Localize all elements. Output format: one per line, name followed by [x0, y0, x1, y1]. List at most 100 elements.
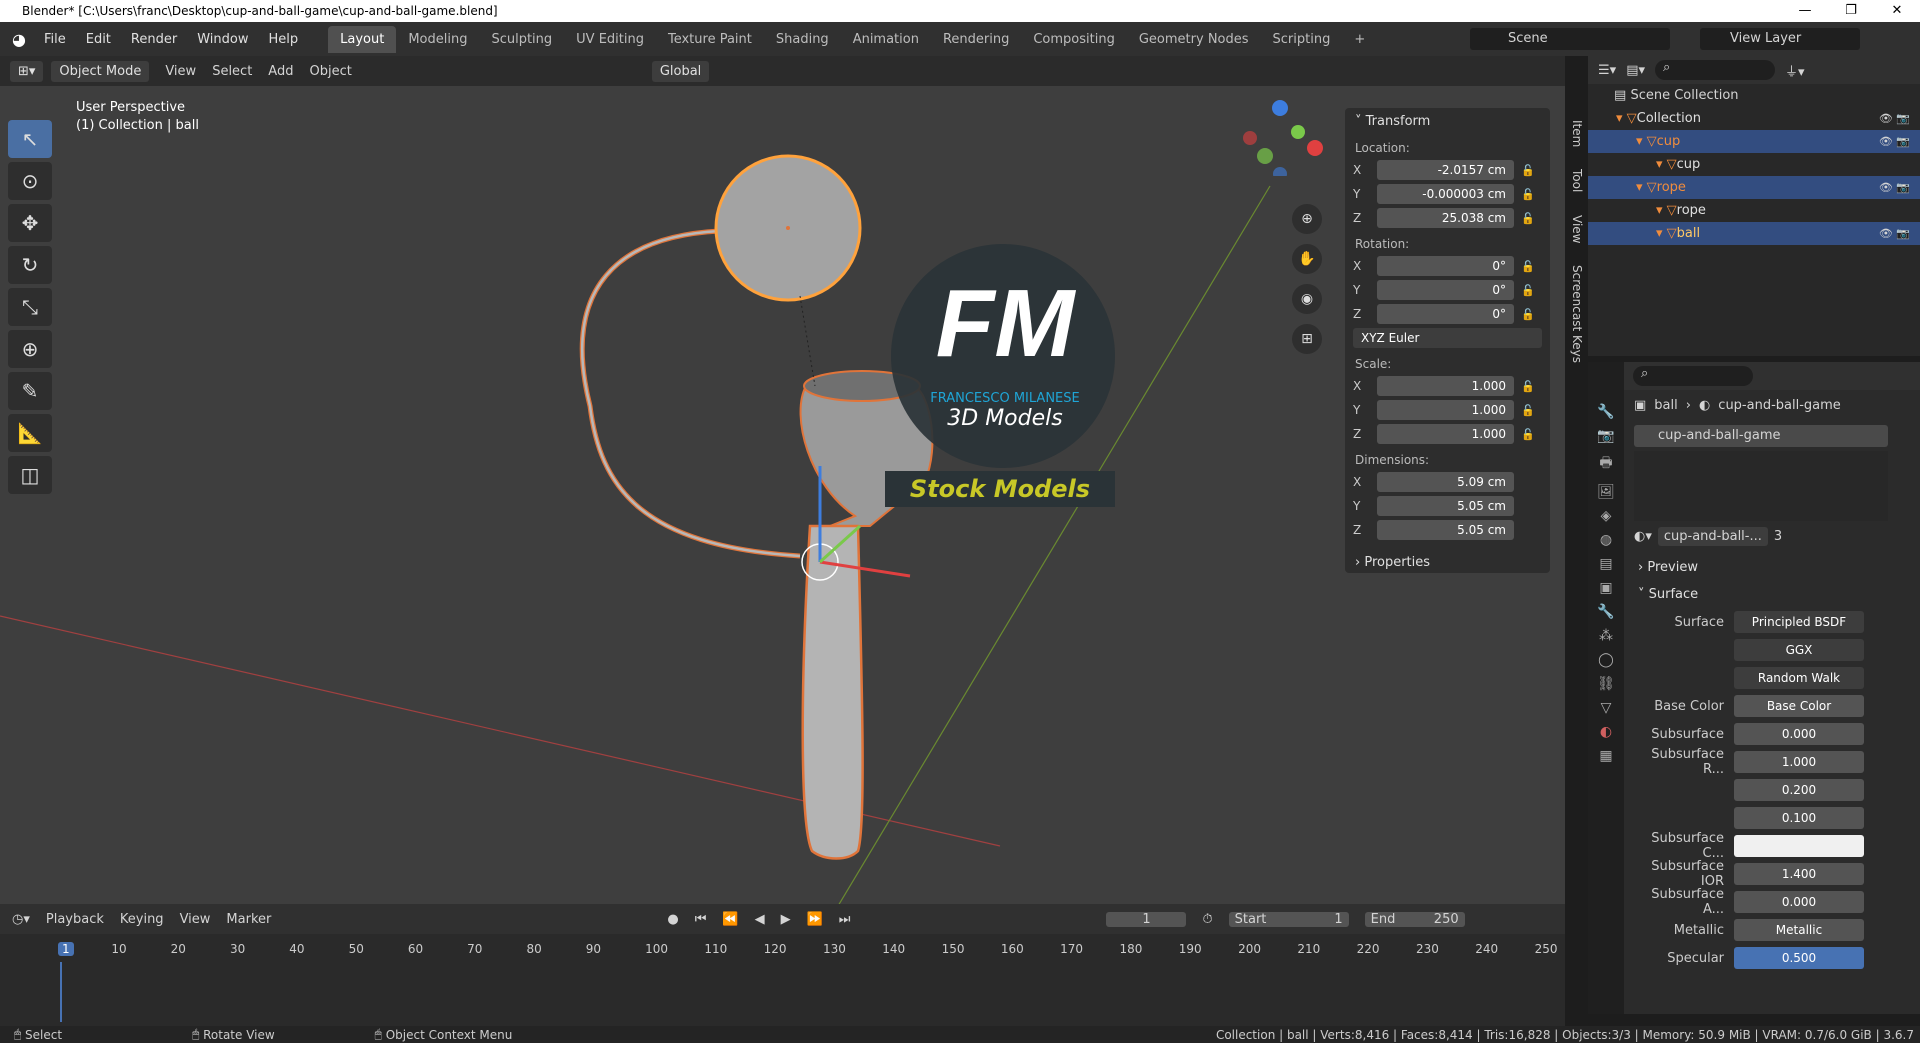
3d-viewport[interactable]: User Perspective (1) Collection | ball F… [0, 86, 1565, 904]
add-cube-tool-icon[interactable]: ◫ [8, 456, 52, 494]
playhead[interactable] [60, 962, 62, 1022]
outliner-item[interactable]: ▾ ▽ rope 👁 📷 [1588, 176, 1920, 199]
scene-tab-icon[interactable]: ◈ [1601, 508, 1612, 524]
collection-tab-icon[interactable]: ▤ [1599, 556, 1612, 572]
tab-animation[interactable]: Animation [841, 26, 931, 53]
scale-y-field[interactable]: Y 1.000 🔓 [1353, 399, 1542, 421]
tab-texture-paint[interactable]: Texture Paint [656, 26, 764, 53]
menu-file[interactable]: File [34, 32, 76, 47]
view-menu[interactable]: View [165, 64, 196, 79]
rotation-mode-selector[interactable]: XYZ Euler [1353, 327, 1542, 349]
current-frame-field[interactable]: 1 [1106, 911, 1187, 927]
record-icon[interactable]: ● [667, 912, 678, 927]
menu-render[interactable]: Render [121, 32, 187, 47]
property-value[interactable]: Metallic [1734, 919, 1864, 941]
select-tool-icon[interactable]: ↖ [8, 120, 52, 158]
editor-type-button[interactable]: ⊞▾ [10, 60, 44, 82]
material-property-row[interactable]: Metallic Metallic [1634, 916, 1920, 944]
material-property-row[interactable]: Subsurface 0.000 [1634, 720, 1920, 748]
output-tab-icon[interactable]: 🖶 [1599, 452, 1612, 476]
surface-section[interactable]: ˅ Surface [1628, 581, 1920, 608]
material-property-row[interactable]: 0.200 [1634, 776, 1920, 804]
tab-modeling[interactable]: Modeling [396, 26, 479, 53]
material-tab-icon[interactable]: ◐ [1600, 724, 1612, 740]
tab-compositing[interactable]: Compositing [1021, 26, 1127, 53]
tab-rendering[interactable]: Rendering [931, 26, 1021, 53]
annotate-tool-icon[interactable]: ✎ [8, 372, 52, 410]
prev-key-icon[interactable]: ⏪ [722, 912, 738, 927]
timeline-ruler[interactable]: 1 10 20 30 40 50 60 70 80 90 100 110 120 130 140 150 160… [0, 934, 1565, 1026]
scene-selector[interactable]: Scene [1470, 28, 1670, 50]
stopwatch-icon[interactable]: ⏱ [1202, 912, 1212, 927]
tab-layout[interactable]: Layout [328, 25, 397, 53]
visibility-eye-icon[interactable]: 👁 📷 [1879, 107, 1910, 130]
display-mode-icon[interactable]: ▤▾ [1626, 63, 1645, 78]
outliner-scene-collection[interactable]: ▤ Scene Collection [1588, 84, 1920, 107]
move-tool-icon[interactable]: ✥ [8, 204, 52, 242]
tab-uv-editing[interactable]: UV Editing [564, 26, 656, 53]
material-property-row[interactable]: Subsurface R... 1.000 [1634, 747, 1920, 777]
tool-tab-icon[interactable]: 🔧 [1597, 404, 1614, 420]
outliner-item[interactable]: ▾ ▽ Collection 👁 📷 [1588, 107, 1920, 130]
close-button[interactable]: ✕ [1874, 0, 1920, 22]
view-layer-selector[interactable]: View Layer [1700, 28, 1860, 50]
material-property-row[interactable]: 0.100 [1634, 804, 1920, 832]
add-workspace-icon[interactable]: + [1342, 26, 1377, 53]
grid-icon[interactable]: ⊞ [1292, 324, 1322, 354]
tab-geometry-nodes[interactable]: Geometry Nodes [1127, 26, 1261, 53]
object-menu[interactable]: Object [309, 64, 351, 79]
rotation-z-field[interactable]: Z 0° 🔓 [1353, 303, 1542, 325]
tab-item[interactable]: Item [1558, 120, 1584, 147]
location-y-field[interactable]: Y -0.000003 cm 🔓 [1353, 183, 1542, 205]
rotate-tool-icon[interactable]: ↻ [8, 246, 52, 284]
property-value[interactable]: 1.000 [1734, 751, 1864, 773]
outliner-item[interactable]: ▾ ▽ rope [1588, 199, 1920, 222]
menu-window[interactable]: Window [187, 32, 258, 47]
tab-tool[interactable]: Tool [1558, 169, 1584, 192]
visibility-eye-icon[interactable]: 👁 📷 [1879, 130, 1910, 153]
scale-tool-icon[interactable]: ⤡ [8, 288, 52, 326]
menu-edit[interactable]: Edit [76, 32, 121, 47]
transform-tool-icon[interactable]: ⊕ [8, 330, 52, 368]
add-menu[interactable]: Add [268, 64, 293, 79]
orientation-selector[interactable]: Global [651, 60, 710, 82]
material-property-row[interactable]: Subsurface IOR 1.400 [1634, 859, 1920, 889]
start-frame-field[interactable]: Start 1 [1228, 911, 1349, 927]
jump-end-icon[interactable]: ⏭ [839, 912, 851, 927]
outliner-item[interactable]: ▾ ▽ cup [1588, 153, 1920, 176]
location-z-field[interactable]: Z 25.038 cm 🔓 [1353, 207, 1542, 229]
tab-shading[interactable]: Shading [764, 26, 841, 53]
tab-view[interactable]: View [1558, 215, 1584, 243]
outliner-item[interactable]: ▾ ▽ cup 👁 📷 [1588, 130, 1920, 153]
outliner-editor-icon[interactable]: ☰▾ [1598, 63, 1616, 78]
dimensions-z-field[interactable]: Z 5.05 cm [1353, 519, 1542, 541]
measure-tool-icon[interactable]: 📐 [8, 414, 52, 452]
camera-icon[interactable]: ◉ [1292, 284, 1322, 314]
mode-selector[interactable]: Object Mode [51, 60, 150, 82]
distribution-dropdown[interactable]: GGX [1634, 636, 1920, 664]
physics-tab-icon[interactable]: ◯ [1598, 652, 1614, 668]
minimize-button[interactable]: — [1782, 0, 1828, 22]
maximize-button[interactable]: ❐ [1828, 0, 1874, 22]
surface-row[interactable]: Surface Principled BSDF [1634, 608, 1920, 636]
data-tab-icon[interactable]: ▽ [1601, 700, 1612, 716]
keying-menu[interactable]: Keying [120, 912, 164, 927]
property-value[interactable]: Base Color [1734, 695, 1864, 717]
object-tab-icon[interactable]: ▣ [1599, 580, 1612, 596]
select-menu[interactable]: Select [212, 64, 252, 79]
tab-scripting[interactable]: Scripting [1261, 26, 1343, 53]
visibility-eye-icon[interactable]: 👁 📷 [1879, 176, 1910, 199]
play-icon[interactable]: ▶ [781, 912, 791, 927]
blender-logo-icon[interactable]: ◕ [12, 30, 26, 49]
modifier-tab-icon[interactable]: 🔧 [1597, 604, 1614, 620]
menu-help[interactable]: Help [258, 32, 308, 47]
properties-header[interactable]: › Properties [1345, 549, 1550, 576]
location-x-field[interactable]: X -2.0157 cm 🔓 [1353, 159, 1542, 181]
material-selector[interactable]: ◐▾ cup-and-ball-... 3 [1634, 527, 1888, 546]
pan-hand-icon[interactable]: ✋ [1292, 244, 1322, 274]
tab-screencast-keys[interactable]: Screencast Keys [1558, 265, 1584, 363]
rotation-x-field[interactable]: X 0° 🔓 [1353, 255, 1542, 277]
play-reverse-icon[interactable]: ◀ [755, 912, 765, 927]
tab-sculpting[interactable]: Sculpting [479, 26, 564, 53]
view-layer-tab-icon[interactable]: 🖼 [1597, 484, 1615, 500]
